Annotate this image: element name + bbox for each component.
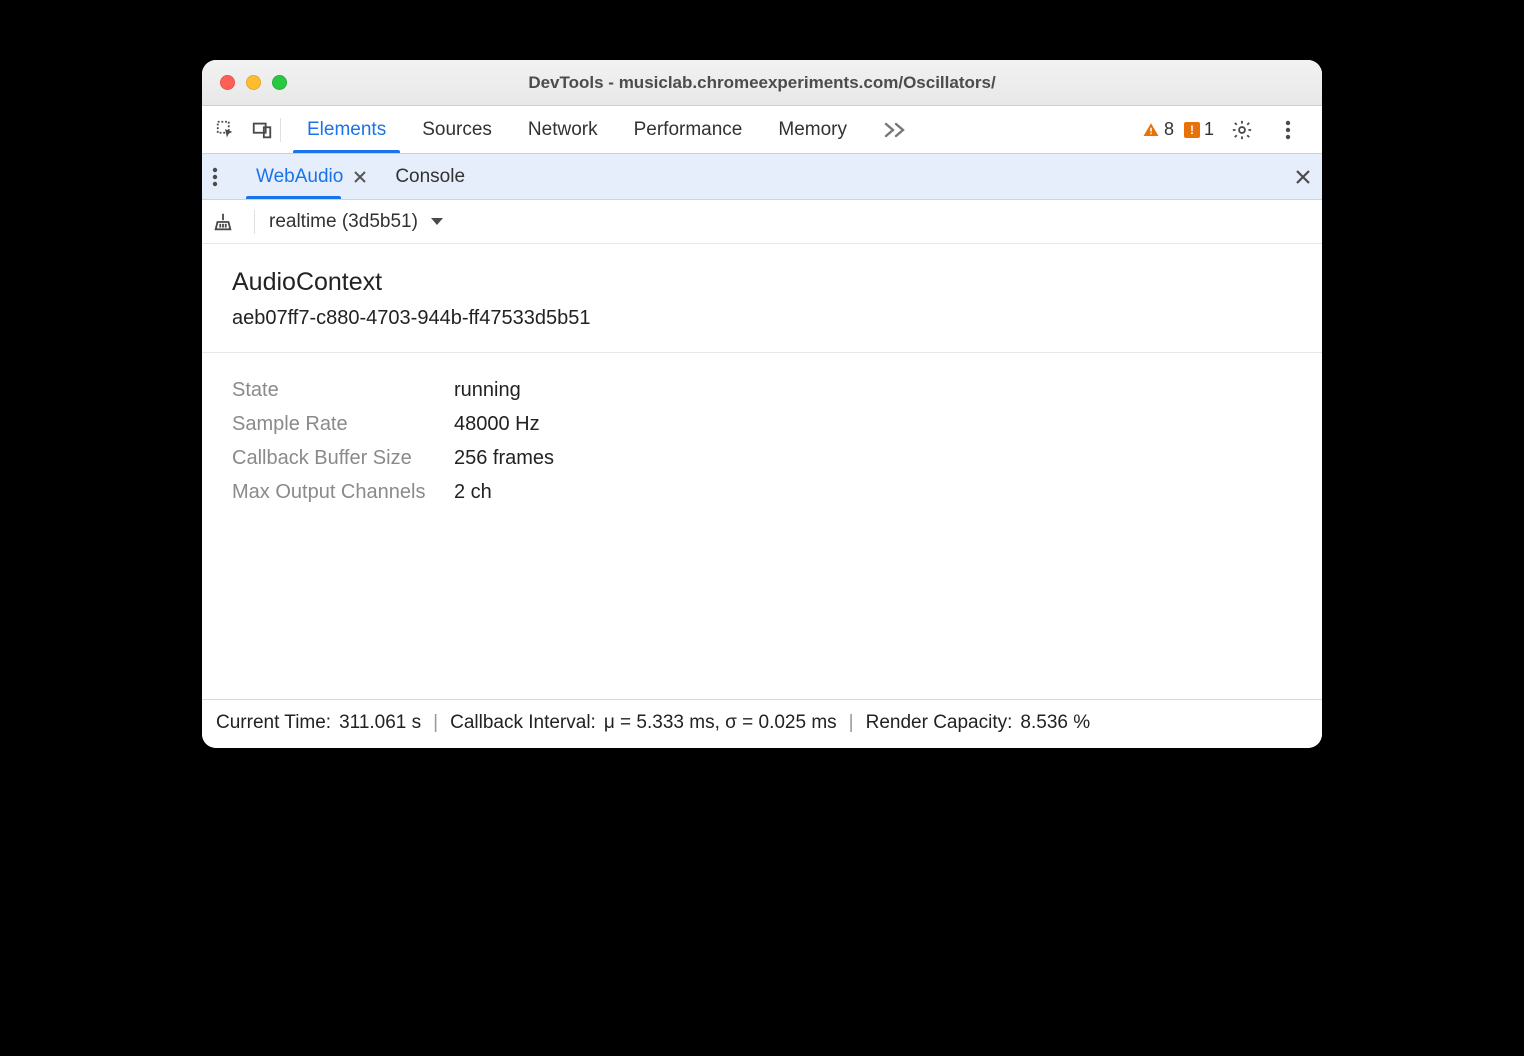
device-toolbar-icon[interactable] [244,110,280,150]
property-row: Callback Buffer Size 256 frames [232,441,1292,475]
tab-sources[interactable]: Sources [404,106,510,153]
close-tab-icon[interactable] [353,170,367,184]
close-drawer-button[interactable] [1294,168,1312,186]
drawer-kebab-menu[interactable] [212,167,236,187]
kebab-icon [1285,120,1291,140]
dropdown-label: realtime (3d5b51) [269,211,418,233]
separator: | [429,712,442,734]
tab-label: WebAudio [256,166,343,188]
errors-badge[interactable]: ! 1 [1184,119,1214,140]
context-dropdown[interactable]: realtime (3d5b51) [269,211,444,233]
callback-interval-value: μ = 5.333 ms, σ = 0.025 ms [604,712,837,734]
warnings-count: 8 [1164,119,1174,140]
tab-label: Network [528,119,598,141]
property-row: Sample Rate 48000 Hz [232,407,1292,441]
tab-label: Memory [778,119,847,141]
error-icon: ! [1184,122,1200,138]
broom-icon [212,211,234,233]
separator: | [845,712,858,734]
property-label: Sample Rate [232,407,454,441]
property-label: Max Output Channels [232,475,454,509]
tab-elements[interactable]: Elements [289,106,404,153]
property-label: State [232,373,454,407]
property-label: Callback Buffer Size [232,441,454,475]
tab-memory[interactable]: Memory [760,106,865,153]
tab-network[interactable]: Network [510,106,616,153]
warnings-badge[interactable]: 8 [1142,119,1174,140]
warning-icon [1142,121,1160,139]
drawer-toolbar: WebAudio Console [202,154,1322,200]
callback-interval-label: Callback Interval: [450,712,596,734]
render-capacity-value: 8.536 % [1020,712,1090,734]
more-tabs-button[interactable] [865,106,927,153]
minimize-window-button[interactable] [246,75,261,90]
settings-button[interactable] [1224,110,1260,150]
toolbar-right: 8 ! 1 [1142,110,1316,150]
main-toolbar: Elements Sources Network Performance Mem… [202,106,1322,154]
gear-icon [1231,119,1253,141]
property-value: 256 frames [454,441,554,475]
garbage-collect-button[interactable] [212,211,240,233]
divider [280,118,281,142]
traffic-lights [202,75,287,90]
close-icon [1294,168,1312,186]
context-uuid: aeb07ff7-c880-4703-944b-ff47533d5b51 [232,307,1292,352]
chevron-down-icon [430,217,444,227]
current-time-value: 311.061 s [339,712,421,734]
property-value: running [454,373,521,407]
property-value: 2 ch [454,475,492,509]
panel-content: AudioContext aeb07ff7-c880-4703-944b-ff4… [202,244,1322,519]
titlebar: DevTools - musiclab.chromeexperiments.co… [202,60,1322,106]
drawer-tabs: WebAudio Console [242,154,1294,199]
tab-label: Sources [422,119,492,141]
tab-label: Elements [307,119,386,141]
properties-list: State running Sample Rate 48000 Hz Callb… [232,353,1292,509]
divider [254,210,255,234]
main-tabs: Elements Sources Network Performance Mem… [289,106,1142,153]
tab-label: Console [395,166,465,188]
property-value: 48000 Hz [454,407,540,441]
tab-label: Performance [634,119,743,141]
empty-area [202,519,1322,699]
kebab-icon [212,167,218,187]
window-title: DevTools - musiclab.chromeexperiments.co… [202,73,1322,93]
property-row: State running [232,373,1292,407]
current-time-label: Current Time: [216,712,331,734]
close-window-button[interactable] [220,75,235,90]
kebab-menu-button[interactable] [1270,110,1306,150]
context-heading: AudioContext [232,268,1292,297]
errors-count: 1 [1204,119,1214,140]
chevron-double-right-icon [883,121,909,139]
drawer-tab-console[interactable]: Console [381,154,479,199]
maximize-window-button[interactable] [272,75,287,90]
status-bar: Current Time: 311.061 s | Callback Inter… [202,699,1322,748]
drawer-tab-webaudio[interactable]: WebAudio [242,154,381,199]
render-capacity-label: Render Capacity: [866,712,1013,734]
context-bar: realtime (3d5b51) [202,200,1322,244]
tab-performance[interactable]: Performance [616,106,761,153]
devtools-window: DevTools - musiclab.chromeexperiments.co… [202,60,1322,748]
property-row: Max Output Channels 2 ch [232,475,1292,509]
inspect-element-icon[interactable] [208,110,244,150]
